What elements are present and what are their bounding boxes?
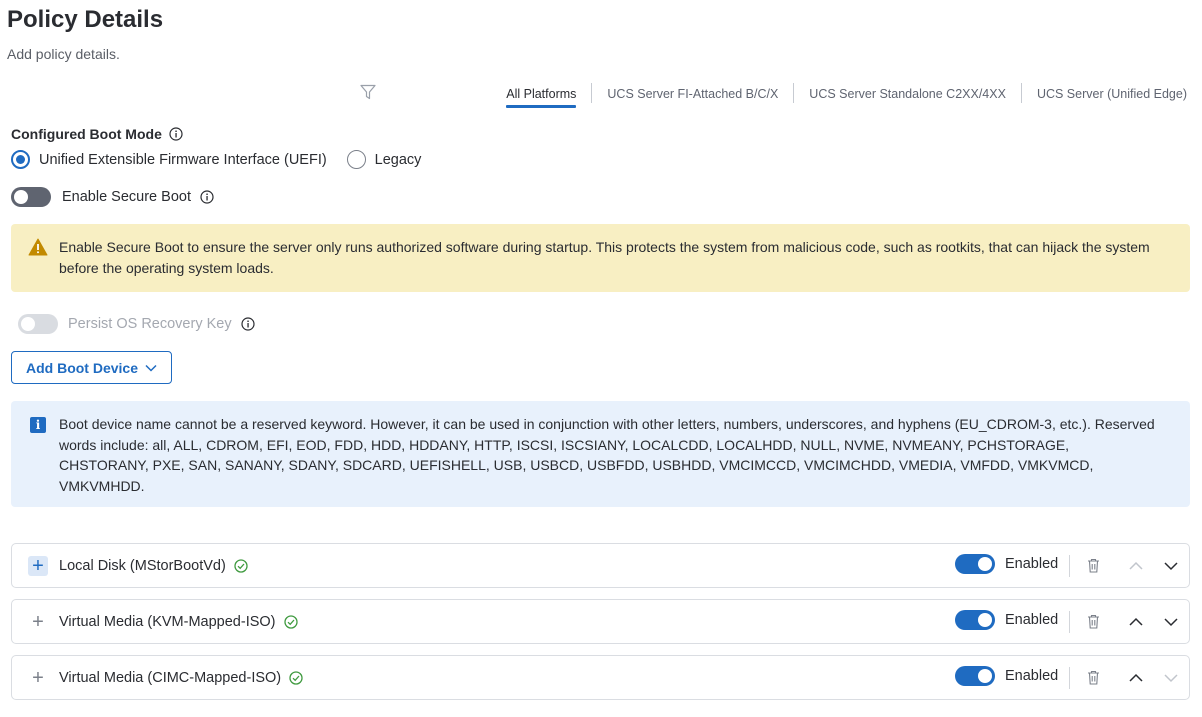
device-enabled-label: Enabled [1005, 556, 1059, 572]
persist-os-recovery-toggle[interactable] [18, 314, 58, 334]
reserved-keyword-info-banner: i Boot device name cannot be a reserved … [11, 401, 1190, 507]
warning-text: Enable Secure Boot to ensure the server … [59, 239, 1150, 276]
page-title: Policy Details [7, 6, 164, 33]
boot-device-row: + Virtual Media (CIMC-Mapped-ISO) Enable… [11, 655, 1190, 700]
tab-all-platforms[interactable]: All Platforms [491, 80, 591, 108]
tab-standalone[interactable]: UCS Server Standalone C2XX/4XX [794, 80, 1021, 106]
uefi-radio-label[interactable]: Unified Extensible Firmware Interface (U… [39, 152, 327, 168]
trash-icon[interactable] [1087, 558, 1100, 573]
trash-icon[interactable] [1087, 670, 1100, 685]
info-icon[interactable] [200, 190, 214, 204]
secure-boot-toggle[interactable] [11, 187, 51, 207]
move-down-chevron-icon[interactable] [1163, 558, 1179, 574]
secure-boot-row: Enable Secure Boot [11, 187, 214, 207]
boot-device-row: + Virtual Media (KVM-Mapped-ISO) Enabled [11, 599, 1190, 644]
legacy-radio[interactable] [346, 150, 366, 169]
expand-plus-icon[interactable]: + [28, 556, 48, 576]
info-text: Boot device name cannot be a reserved ke… [59, 416, 1155, 494]
move-down-chevron-icon[interactable] [1163, 614, 1179, 630]
persist-os-recovery-label: Persist OS Recovery Key [68, 316, 232, 332]
legacy-radio-label[interactable]: Legacy [375, 152, 422, 168]
device-enabled-toggle[interactable] [955, 666, 995, 686]
move-down-chevron-icon[interactable] [1163, 670, 1179, 686]
boot-device-name: Virtual Media (KVM-Mapped-ISO) [59, 614, 298, 630]
filter-icon[interactable] [359, 83, 377, 101]
move-up-chevron-icon[interactable] [1128, 614, 1144, 630]
device-enabled-toggle[interactable] [955, 610, 995, 630]
boot-device-row: + Local Disk (MStorBootVd) Enabled [11, 543, 1190, 588]
persist-os-recovery-row: Persist OS Recovery Key [18, 314, 255, 334]
boot-device-name-text: Virtual Media (CIMC-Mapped-ISO) [59, 670, 282, 686]
tab-fi-attached[interactable]: UCS Server FI-Attached B/C/X [592, 80, 793, 106]
platform-filter-bar: All Platforms UCS Server FI-Attached B/C… [360, 80, 1202, 110]
boot-device-name-text: Virtual Media (KVM-Mapped-ISO) [59, 614, 276, 630]
divider [1069, 555, 1070, 577]
device-enabled-label: Enabled [1005, 668, 1059, 684]
boot-device-name: Virtual Media (CIMC-Mapped-ISO) [59, 670, 303, 686]
device-enabled-label: Enabled [1005, 612, 1059, 628]
boot-mode-radio-group: Unified Extensible Firmware Interface (U… [11, 150, 421, 169]
warning-icon [28, 238, 48, 256]
check-circle-icon [289, 671, 303, 685]
uefi-radio[interactable] [11, 150, 30, 169]
boot-device-name-text: Local Disk (MStorBootVd) [59, 558, 226, 574]
add-boot-device-label: Add Boot Device [25, 359, 138, 376]
secure-boot-label: Enable Secure Boot [62, 189, 191, 205]
add-boot-device-button[interactable]: Add Boot Device [11, 351, 172, 384]
boot-mode-label-text: Configured Boot Mode [11, 126, 162, 142]
page-subtitle: Add policy details. [7, 46, 120, 62]
expand-plus-icon[interactable]: + [28, 612, 48, 632]
info-square-icon: i [30, 417, 46, 433]
info-icon[interactable] [169, 127, 183, 141]
check-circle-icon [283, 615, 298, 629]
move-up-chevron-icon[interactable] [1128, 670, 1144, 686]
move-up-chevron-icon[interactable] [1128, 558, 1144, 574]
device-enabled-toggle[interactable] [955, 554, 995, 574]
check-circle-icon [234, 559, 248, 573]
chevron-down-icon [145, 364, 157, 372]
secure-boot-warning-banner: Enable Secure Boot to ensure the server … [11, 224, 1190, 292]
expand-plus-icon[interactable]: + [28, 668, 48, 688]
tab-unified-edge[interactable]: UCS Server (Unified Edge) [1022, 80, 1202, 106]
divider [1069, 667, 1070, 689]
trash-icon[interactable] [1087, 614, 1100, 629]
boot-mode-label: Configured Boot Mode [11, 126, 183, 142]
boot-device-name: Local Disk (MStorBootVd) [59, 558, 248, 574]
divider [1069, 611, 1070, 633]
info-icon[interactable] [240, 317, 255, 331]
